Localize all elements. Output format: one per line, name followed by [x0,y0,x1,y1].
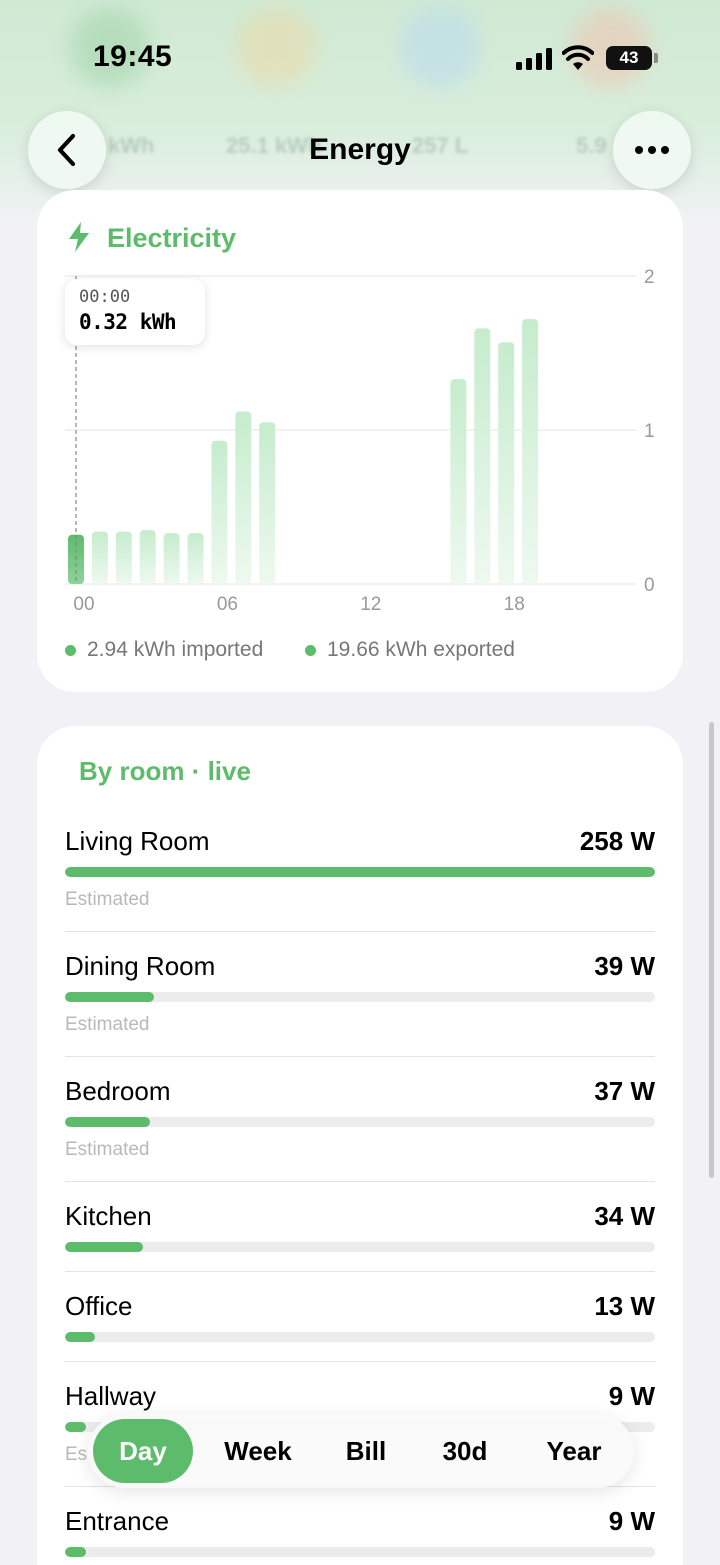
room-watts: 37 W [594,1076,655,1106]
y-tick-label: 2 [644,267,655,288]
x-tick-label: 00 [73,594,94,615]
tooltip-time: 00:00 [79,287,131,307]
room-row[interactable]: Dining Room 39 W Estimated [65,951,655,1051]
room-bar-fill [65,1422,86,1432]
room-name: Dining Room [65,951,216,981]
room-note: Estimated [65,1014,150,1035]
range-tab-30d[interactable]: 30d [422,1414,508,1488]
chart-bar[interactable] [450,379,467,584]
x-tick-label: 12 [360,594,381,615]
chart-bar[interactable] [498,342,515,584]
room-watts: 34 W [594,1201,655,1231]
room-bar-track [65,1547,655,1557]
legend-exported: 19.66 kWh exported [305,638,515,662]
room-bar-track [65,1117,655,1127]
by-room-title: By room · live [79,756,251,786]
room-row[interactable]: Office 13 W [65,1291,655,1391]
exported-dot [305,644,316,656]
room-bar-fill [65,1332,95,1342]
room-row[interactable]: Living Room 258 W Estimated [65,826,655,926]
room-bar-fill [65,1117,150,1127]
room-watts: 13 W [594,1291,655,1321]
room-row[interactable]: Entrance 9 W [65,1506,655,1565]
room-row[interactable]: Kitchen 34 W [65,1201,655,1301]
room-divider [65,931,655,932]
room-bar-track [65,1332,655,1342]
chart-bar[interactable] [235,411,252,584]
imported-dot [65,644,76,656]
room-name: Hallway [65,1381,157,1411]
tooltip-value: 0.32 kWh [79,310,177,334]
chart-tooltip: 00:00 0.32 kWh [65,279,205,345]
room-divider [65,1361,655,1362]
x-tick-label: 06 [217,594,238,615]
range-selector: Day Week Bill 30d Year [88,1414,634,1488]
room-name: Kitchen [65,1201,152,1231]
room-name: Entrance [65,1506,170,1536]
room-name: Bedroom [65,1076,171,1106]
room-bar-track [65,867,655,877]
room-row[interactable]: Bedroom 37 W Estimated [65,1076,655,1176]
room-watts: 258 W [579,826,655,856]
room-divider [65,1271,655,1272]
room-bar-fill [65,867,655,877]
chart-bar[interactable] [474,328,491,584]
range-tab-week[interactable]: Week [206,1414,310,1488]
chart-bar[interactable] [139,530,156,584]
room-watts: 9 W [608,1381,655,1411]
x-tick-label: 18 [504,594,525,615]
chart-bar[interactable] [91,531,108,584]
imported-label: 2.94 kWh imported [87,638,264,661]
room-bar-fill [65,1242,143,1252]
y-tick-label: 0 [644,575,655,596]
room-name: Office [65,1291,133,1321]
room-divider [65,1056,655,1057]
room-note: Estimated [65,889,150,910]
chart-bar[interactable] [163,533,180,584]
room-bar-fill [65,992,155,1002]
room-note: Estimated [65,1139,150,1160]
chart-bar[interactable] [211,440,228,584]
room-divider [65,1181,655,1182]
y-tick-label: 1 [644,421,655,442]
room-bar-fill [65,1547,86,1557]
room-watts: 9 W [608,1506,655,1536]
room-name: Living Room [65,826,210,856]
room-bar-track [65,1242,655,1252]
room-bar-track [65,992,655,1002]
legend-imported: 2.94 kWh imported [65,638,263,662]
range-tab-year[interactable]: Year [528,1414,620,1488]
exported-label: 19.66 kWh exported [327,638,515,661]
scroll-indicator[interactable] [709,722,714,1178]
range-tab-bill[interactable]: Bill [324,1414,408,1488]
room-note: Es [65,1444,88,1465]
chart-bar[interactable] [522,319,539,584]
range-tab-day[interactable]: Day [93,1414,193,1488]
chart-bar[interactable] [187,533,204,584]
chart-bar[interactable] [259,422,276,584]
room-watts: 39 W [594,951,655,981]
chart-bar[interactable] [115,531,132,584]
